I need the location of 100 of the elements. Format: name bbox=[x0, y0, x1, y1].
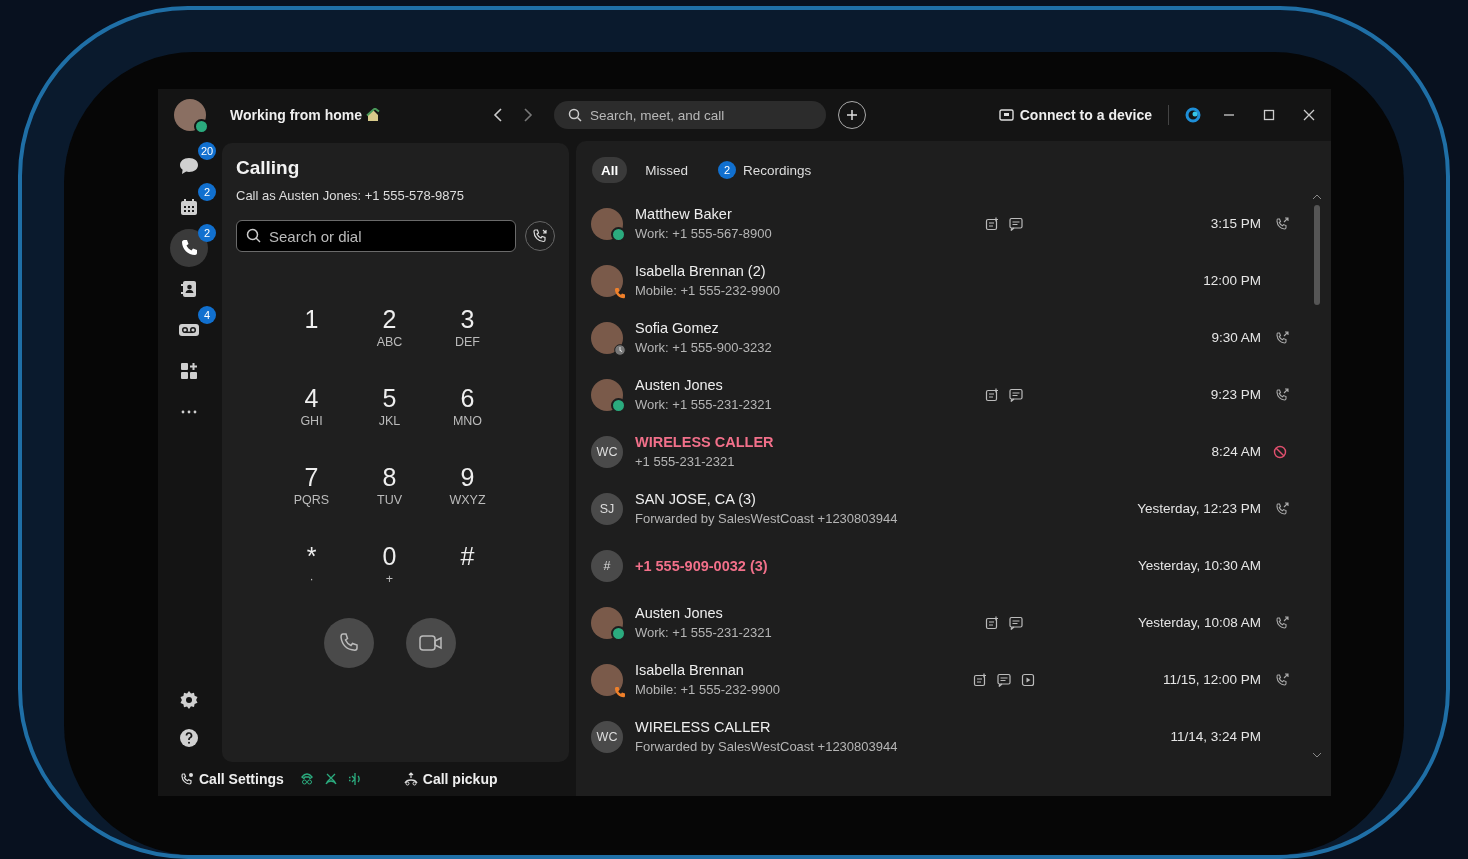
call-history-row[interactable]: Sofia Gomez Work: +1 555-900-3232 9:30 AM bbox=[576, 309, 1331, 366]
avatar-photo bbox=[591, 663, 623, 696]
sidebar-item[interactable] bbox=[170, 229, 208, 267]
help-icon bbox=[179, 728, 199, 748]
callback-button[interactable] bbox=[1273, 499, 1291, 518]
maximize-icon bbox=[1263, 109, 1275, 121]
call-time: 3:15 PM bbox=[1210, 216, 1261, 231]
dial-key[interactable]: 5 JKL bbox=[350, 383, 429, 435]
count-badge: 2 bbox=[718, 161, 737, 179]
avatar-photo bbox=[591, 207, 623, 240]
call-history-row[interactable]: Isabella Brennan (2) Mobile: +1 555-232-9900 12:00 PM bbox=[576, 252, 1331, 309]
caller-name: Austen Jones bbox=[635, 605, 724, 621]
callback-button[interactable] bbox=[1273, 613, 1291, 632]
avatar-photo bbox=[591, 321, 623, 354]
pickup-icon bbox=[403, 772, 418, 786]
dial-key[interactable]: * · bbox=[272, 541, 351, 593]
caller-name: WIRELESS CALLER bbox=[635, 434, 775, 450]
blocked-icon bbox=[1273, 444, 1287, 459]
chat-icon bbox=[997, 672, 1011, 687]
dial-key[interactable]: 2 ABC bbox=[350, 304, 429, 356]
caller-number: +1 555-231-2321 bbox=[635, 454, 736, 469]
clock-icon bbox=[614, 343, 626, 356]
video-call-button[interactable] bbox=[405, 618, 456, 668]
call-time: 8:24 AM bbox=[1211, 444, 1261, 459]
dial-key[interactable]: 8 TUV bbox=[350, 462, 429, 514]
phone-arrow-icon bbox=[532, 228, 548, 244]
caller-name: Austen Jones bbox=[635, 377, 724, 393]
initials-avatar: # bbox=[591, 549, 623, 582]
call-pickup-button[interactable]: Call pickup bbox=[401, 769, 500, 789]
phone-icon bbox=[179, 238, 199, 258]
dial-field[interactable]: Search or dial bbox=[236, 220, 516, 252]
phone-gear-icon bbox=[180, 772, 194, 786]
call-history-row[interactable]: WC WIRELESS CALLER Forwarded by SalesWestCoast +1230803944 11/14, 3:24 PM bbox=[576, 708, 1331, 765]
play-recording-icon bbox=[1021, 672, 1035, 687]
chat-icon bbox=[1009, 216, 1023, 231]
note-icon bbox=[985, 615, 999, 630]
dial-key[interactable]: 4 GHI bbox=[272, 383, 351, 435]
caller-name: +1 555-909-0032 (3) bbox=[635, 557, 769, 574]
filter-tab[interactable]: All bbox=[592, 157, 628, 183]
close-icon bbox=[1303, 109, 1315, 121]
presence-dot bbox=[194, 119, 209, 134]
mobile-phone-icon bbox=[614, 685, 626, 698]
contacts-icon bbox=[179, 279, 199, 299]
caller-number: Mobile: +1 555-232-9900 bbox=[635, 283, 781, 298]
caller-number: Work: +1 555-900-3232 bbox=[635, 340, 773, 355]
status-text[interactable]: Working from home bbox=[230, 107, 362, 123]
phone-arrow-icon bbox=[1275, 330, 1289, 345]
calling-as-text: Call as Austen Jones: +1 555-578-9875 bbox=[236, 188, 466, 203]
search-field[interactable]: Search, meet, and call bbox=[554, 101, 826, 129]
search-icon bbox=[568, 108, 582, 122]
call-history-row[interactable]: WC WIRELESS CALLER +1 555-231-2321 8:24 AM bbox=[576, 423, 1331, 480]
caller-name: Matthew Baker bbox=[635, 206, 733, 222]
callback-button[interactable] bbox=[1273, 385, 1291, 404]
caller-name: Sofia Gomez bbox=[635, 320, 720, 336]
phone-arrow-icon bbox=[1275, 672, 1289, 687]
filter-tab[interactable]: 2 Recordings bbox=[706, 157, 824, 183]
close-button[interactable] bbox=[1301, 107, 1317, 123]
chevron-right-icon bbox=[522, 108, 534, 122]
avatar-photo bbox=[591, 264, 623, 297]
call-time: 9:30 AM bbox=[1211, 330, 1261, 345]
video-camera-icon bbox=[417, 633, 444, 653]
maximize-button[interactable] bbox=[1261, 107, 1277, 123]
chat-icon bbox=[1009, 387, 1023, 402]
avatar-photo[interactable] bbox=[174, 99, 206, 131]
note-icon bbox=[985, 216, 999, 231]
callback-button[interactable] bbox=[1273, 670, 1291, 689]
caller-number: Work: +1 555-231-2321 bbox=[635, 397, 773, 412]
connect-device-button[interactable]: Connect to a device bbox=[996, 105, 1154, 125]
house-icon bbox=[365, 108, 380, 122]
call-history-row[interactable]: Isabella Brennan Mobile: +1 555-232-9900 11/15, 12:00 PM bbox=[576, 651, 1331, 708]
filter-tab[interactable]: Missed bbox=[633, 157, 701, 183]
call-history-row[interactable]: SJ SAN JOSE, CA (3) Forwarded by SalesWestCoast +1230803944 Yesterday, 12:23 PM bbox=[576, 480, 1331, 537]
call-history-row[interactable]: # +1 555-909-0032 (3) Yesterday, 10:30 AM bbox=[576, 537, 1331, 594]
caller-number: Work: +1 555-567-8900 bbox=[635, 226, 773, 241]
dial-key[interactable]: # bbox=[428, 541, 507, 593]
dial-key[interactable]: 3 DEF bbox=[428, 304, 507, 356]
phone-arrow-icon bbox=[1275, 501, 1289, 516]
count-badge: 4 bbox=[198, 306, 216, 324]
call-history-row[interactable]: Austen Jones Work: +1 555-231-2321 9:23 PM bbox=[576, 366, 1331, 423]
dial-key[interactable]: 0 + bbox=[350, 541, 429, 593]
phone-arrow-icon bbox=[1275, 216, 1289, 231]
callback-button[interactable] bbox=[1273, 214, 1291, 233]
chat-icon bbox=[178, 156, 200, 176]
call-settings-button[interactable]: Call Settings bbox=[178, 769, 286, 789]
note-icon bbox=[973, 672, 987, 687]
call-time: 12:00 PM bbox=[1203, 273, 1261, 288]
dial-key[interactable]: 9 WXYZ bbox=[428, 462, 507, 514]
initials-avatar: SJ bbox=[591, 492, 623, 525]
call-time: Yesterday, 12:23 PM bbox=[1137, 501, 1261, 516]
voicemail-icon bbox=[178, 322, 200, 338]
call-time: Yesterday, 10:08 AM bbox=[1137, 615, 1261, 630]
callback-button[interactable] bbox=[1273, 328, 1291, 347]
call-history-row[interactable]: Matthew Baker Work: +1 555-567-8900 3:15 PM bbox=[576, 195, 1331, 252]
call-history-row[interactable]: Austen Jones Work: +1 555-231-2321 Yesterday, 10:08 AM bbox=[576, 594, 1331, 651]
count-badge: 2 bbox=[198, 183, 216, 201]
dial-key[interactable]: 6 MNO bbox=[428, 383, 507, 435]
audio-call-button[interactable] bbox=[323, 618, 374, 668]
dial-key[interactable]: 1 bbox=[272, 304, 351, 356]
dial-key[interactable]: 7 PQRS bbox=[272, 462, 351, 514]
avatar-photo bbox=[591, 378, 623, 411]
